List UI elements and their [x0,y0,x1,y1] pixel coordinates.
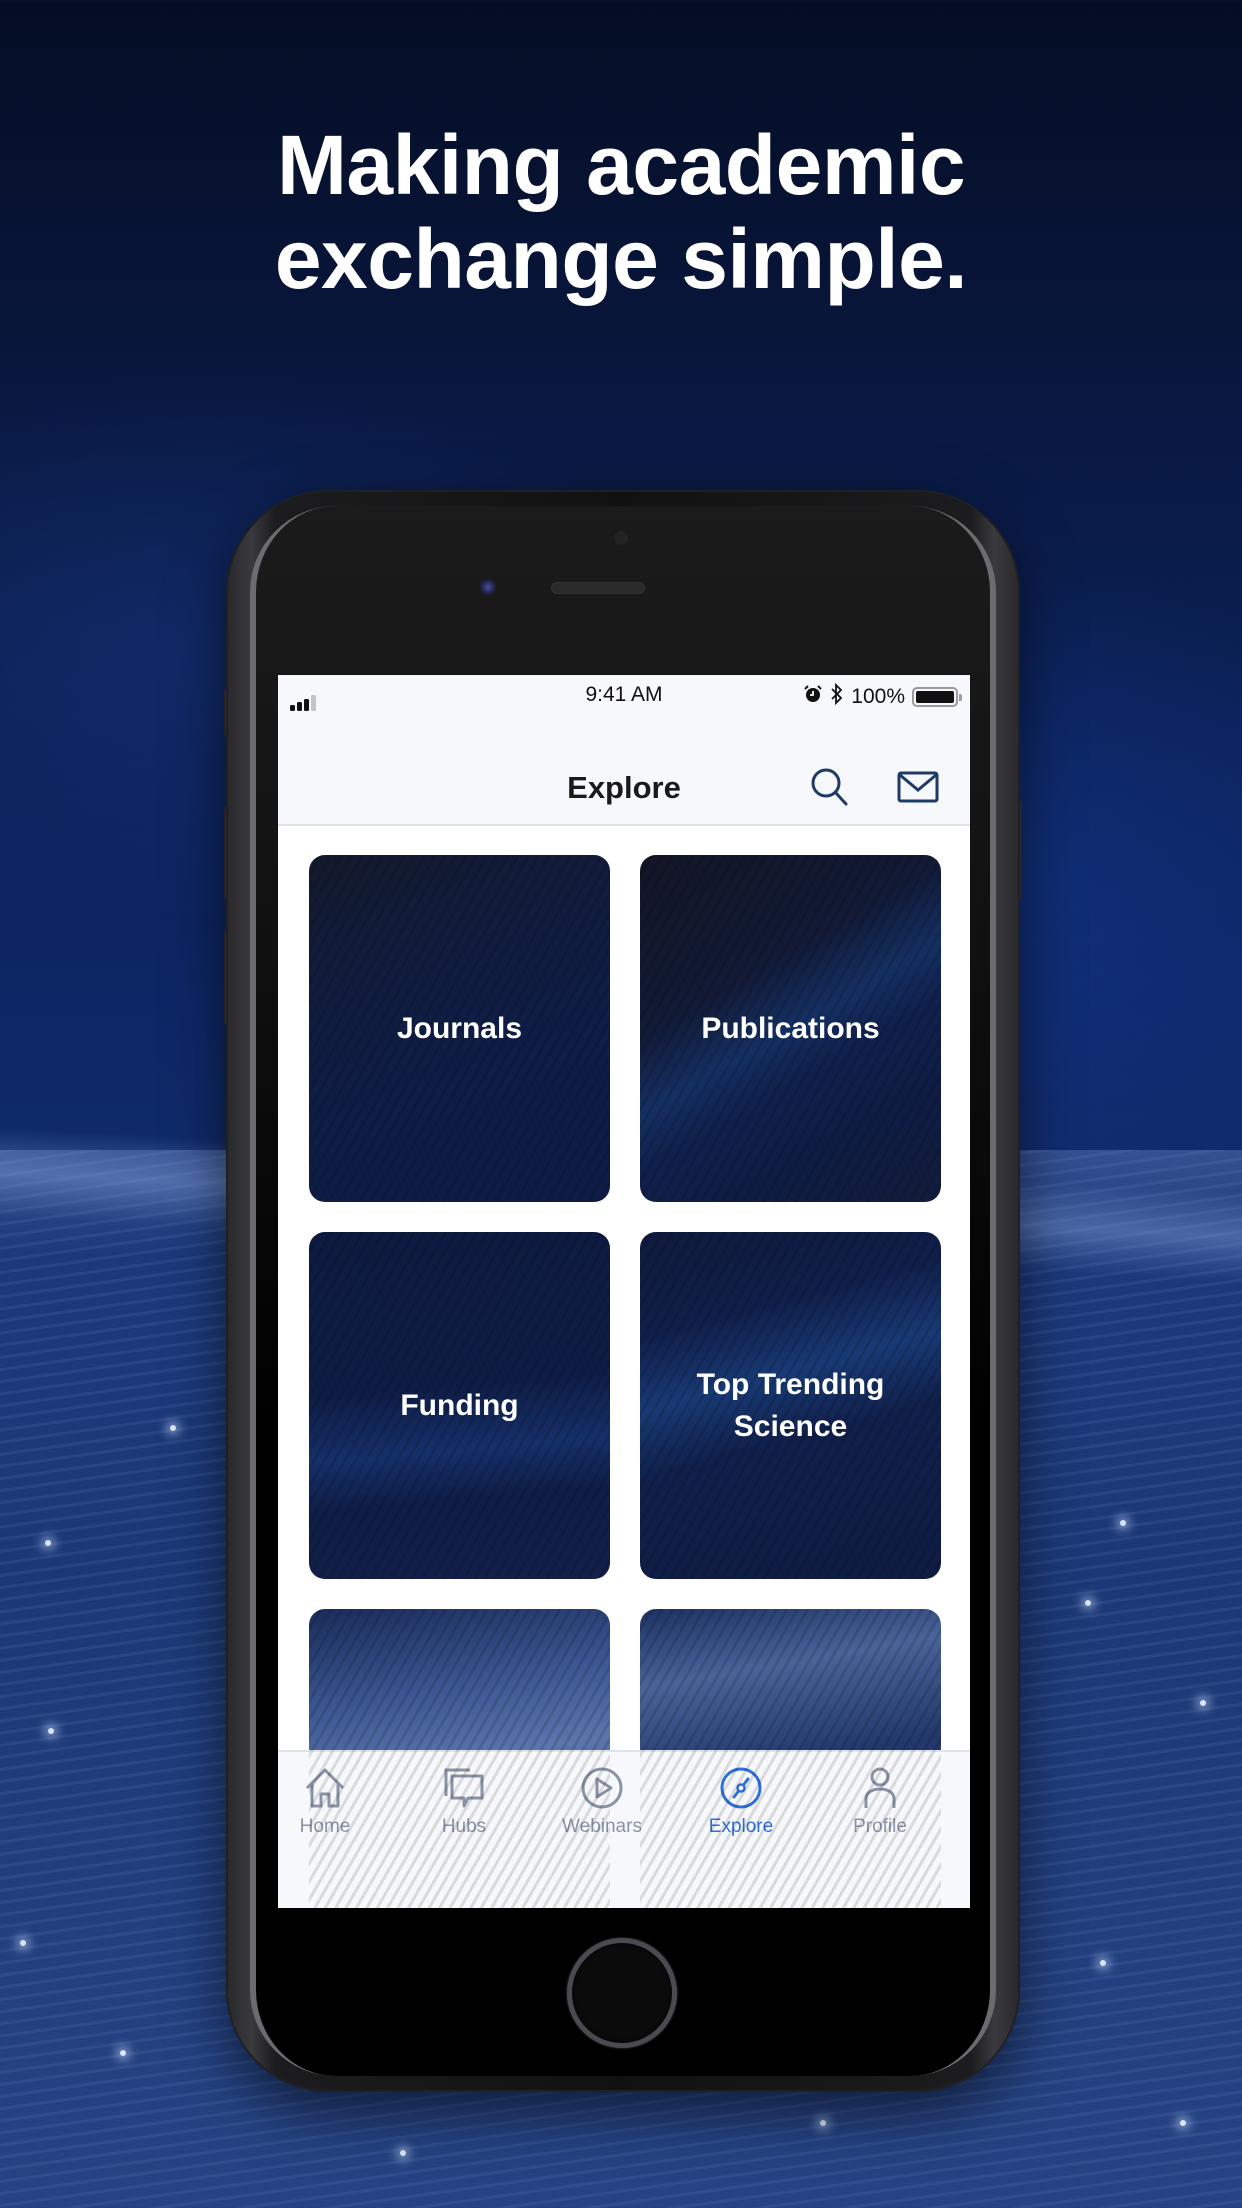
bluetooth-icon [830,682,844,711]
category-card[interactable] [640,1609,941,1908]
background-star [1200,1700,1206,1706]
background-star [820,2120,826,2126]
category-card-label: Publications [701,1011,880,1045]
background-star [1085,1600,1091,1606]
mail-icon [897,771,939,803]
alarm-icon [803,684,823,710]
navigation-bar: Explore [278,715,970,826]
category-card-label: Journals [396,1011,523,1045]
category-card[interactable] [309,1609,610,1908]
headline-line-1: Making academic [276,118,966,212]
home-button[interactable] [567,1938,677,2048]
battery-icon [912,687,962,707]
background-star [120,2050,126,2056]
front-camera [479,578,497,596]
messages-button[interactable] [896,765,940,809]
category-card-label: Top Trending Science [696,1367,885,1443]
category-card-funding[interactable]: Funding [309,1232,610,1579]
marketing-headline: Making academic exchange simple. [0,118,1242,306]
category-card-top-trending-science[interactable]: Top Trending Science [640,1232,941,1579]
background-star [1120,1520,1126,1526]
background-star [1180,2120,1186,2126]
background-star [45,1540,51,1546]
search-button[interactable] [808,765,852,809]
proximity-sensor [614,531,628,545]
background-star [170,1425,176,1431]
page-title: Explore [567,770,681,805]
status-indicators: 100% [803,682,962,711]
app-screen: 9:41 AM 100% Explore Journals Publicatio… [278,675,970,1908]
battery-percentage: 100% [851,685,905,708]
search-icon [811,768,848,806]
category-card-label: Funding [400,1388,519,1422]
background-star [20,1940,26,1946]
earpiece-speaker [551,582,645,594]
category-card-publications[interactable]: Publications [640,855,941,1202]
background-star [48,1728,54,1734]
headline-line-2: exchange simple. [274,212,968,306]
background-star [400,2150,406,2156]
battery-fill [916,691,954,703]
status-bar: 9:41 AM 100% [278,675,970,715]
background-star [1100,1960,1106,1966]
category-card-journals[interactable]: Journals [309,855,610,1202]
